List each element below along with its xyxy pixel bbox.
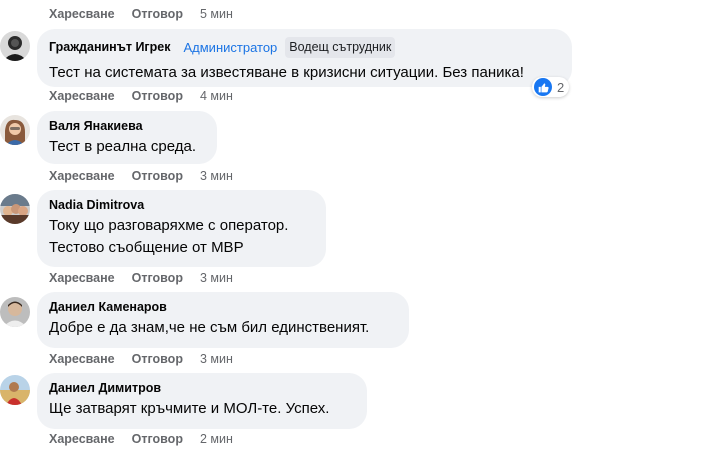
comment-bubble: Гражданинът Игрек Администратор Водещ съ… [37, 29, 572, 87]
reply-button[interactable]: Отговор [132, 271, 183, 285]
comment-time[interactable]: 3 мин [200, 169, 233, 183]
comment-time[interactable]: 2 мин [200, 432, 233, 446]
comment-author[interactable]: Даниел Каменаров [49, 299, 167, 316]
comment-actions: Харесване Отговор 3 мин [49, 270, 233, 286]
reply-button[interactable]: Отговор [132, 432, 183, 446]
comment-bubble: Валя Янакиева Тест в реална среда. [37, 111, 217, 164]
comment-actions: Харесване Отговор 4 мин [49, 88, 233, 104]
reply-button[interactable]: Отговор [132, 89, 183, 103]
reaction-summary[interactable]: 2 [532, 77, 570, 97]
reply-button[interactable]: Отговор [132, 352, 183, 366]
avatar[interactable] [0, 297, 30, 327]
reply-button[interactable]: Отговор [132, 7, 183, 21]
role-badge: Водещ сътрудник [285, 37, 396, 58]
avatar[interactable] [0, 31, 30, 61]
comment-bubble: Nadia Dimitrova Току що разговаряхме с о… [37, 190, 326, 267]
comment-text: Тест на системата за известяване в кризи… [49, 64, 524, 81]
avatar[interactable] [0, 375, 30, 405]
comment-author[interactable]: Гражданинът Игрек [49, 39, 170, 56]
like-button[interactable]: Харесване [49, 352, 115, 366]
comment-text: Добре е да знам,че не съм бил единствени… [49, 319, 370, 336]
like-button[interactable]: Харесване [49, 432, 115, 446]
comment-text: Тест в реална среда. [49, 138, 197, 155]
comment-bubble: Даниел Каменаров Добре е да знам,че не с… [37, 292, 409, 348]
comment-time[interactable]: 3 мин [200, 271, 233, 285]
comment-time[interactable]: 5 мин [200, 7, 233, 21]
comment-time[interactable]: 3 мин [200, 352, 233, 366]
like-button[interactable]: Харесване [49, 271, 115, 285]
like-button[interactable]: Харесване [49, 7, 115, 21]
like-icon [534, 78, 552, 96]
avatar[interactable] [0, 194, 30, 224]
avatar[interactable] [0, 115, 30, 145]
comment-bubble: Даниел Димитров Ще затварят кръчмите и М… [37, 373, 367, 429]
comment-actions: Харесване Отговор 2 мин [49, 431, 233, 447]
comment-text-line: Току що разговаряхме с оператор. [49, 217, 289, 234]
comment-author[interactable]: Даниел Димитров [49, 380, 161, 397]
reply-button[interactable]: Отговор [132, 169, 183, 183]
comment-actions: Харесване Отговор 3 мин [49, 351, 233, 367]
comment-time[interactable]: 4 мин [200, 89, 233, 103]
admin-badge: Администратор [183, 40, 278, 55]
like-button[interactable]: Харесване [49, 169, 115, 183]
comment-actions: Харесване Отговор 3 мин [49, 168, 233, 184]
comment-text: Ще затварят кръчмите и МОЛ-те. Успех. [49, 400, 330, 417]
comment-author[interactable]: Валя Янакиева [49, 118, 143, 135]
like-button[interactable]: Харесване [49, 89, 115, 103]
reaction-count: 2 [557, 79, 565, 95]
comment-actions: Харесване Отговор 5 мин [49, 6, 233, 22]
comment-author[interactable]: Nadia Dimitrova [49, 197, 144, 214]
comment-text-line: Тестово съобщение от МВР [49, 239, 244, 256]
